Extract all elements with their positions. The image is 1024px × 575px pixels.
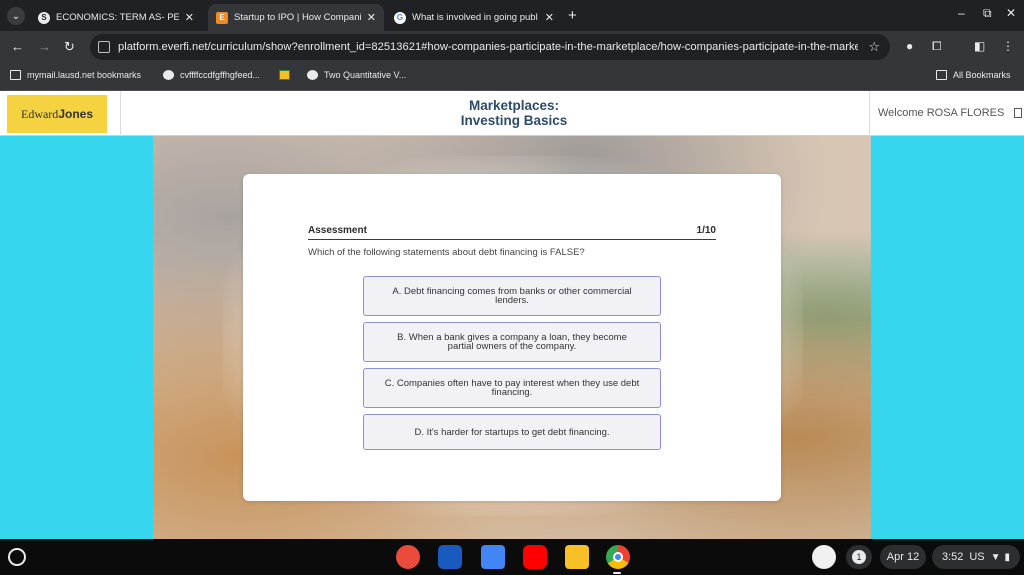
answer-option-b[interactable]: B. When a bank gives a company a loan, t… bbox=[363, 322, 661, 362]
bookmark-label: mymail.lausd.net bookmarks bbox=[27, 70, 142, 80]
header-divider bbox=[120, 91, 121, 136]
answer-option-c[interactable]: C. Companies often have to pay interest … bbox=[363, 368, 661, 408]
folder-icon bbox=[936, 70, 947, 80]
notification-badge: 1 bbox=[852, 550, 866, 564]
tab-startup-to-ipo[interactable]: E Startup to IPO | How Compani ✕ bbox=[208, 4, 384, 31]
tab-going-public[interactable]: G What is involved in going publ ✕ bbox=[386, 4, 562, 31]
art-app-icon[interactable] bbox=[396, 545, 420, 569]
all-bookmarks[interactable]: All Bookmarks bbox=[936, 70, 1011, 80]
reload-icon[interactable]: ↻ bbox=[64, 39, 75, 55]
tab-title: Startup to IPO | How Compani bbox=[234, 12, 361, 23]
date-text: Apr 12 bbox=[886, 551, 920, 563]
tab-title: ECONOMICS: TERM AS- PERIO bbox=[56, 12, 179, 23]
notification-count[interactable]: 1 bbox=[846, 545, 872, 569]
close-tab-icon[interactable]: ✕ bbox=[545, 11, 554, 24]
google-favicon-icon: G bbox=[394, 11, 406, 24]
tab-strip: ⌄ S ECONOMICS: TERM AS- PERIO ✕ E Startu… bbox=[0, 0, 1024, 31]
bookmark-label: Two Quantitative V... bbox=[324, 70, 407, 80]
stylus-tools-icon[interactable] bbox=[812, 545, 836, 569]
wifi-icon: ▼ bbox=[990, 551, 1001, 563]
google-classroom-app-icon[interactable] bbox=[565, 545, 589, 569]
new-tab-plus-icon[interactable]: + bbox=[568, 7, 577, 24]
course-title-line2: Investing Basics bbox=[460, 113, 568, 128]
bookmarks-bar: mymail.lausd.net bookmarks cvffffccdfgff… bbox=[0, 63, 1024, 91]
date-pill[interactable]: Apr 12 bbox=[880, 545, 926, 569]
globe-icon bbox=[307, 70, 318, 80]
header-divider bbox=[869, 91, 870, 136]
assessment-label: Assessment bbox=[308, 225, 367, 236]
menu-kebab-icon[interactable]: ⋮ bbox=[1002, 39, 1014, 53]
restore-icon[interactable]: ⧉ bbox=[983, 6, 992, 21]
bookmark-two-quantitative[interactable]: Two Quantitative V... bbox=[307, 70, 406, 80]
address-bar[interactable]: platform.everfi.net/curriculum/show?enro… bbox=[90, 34, 890, 60]
site-info-icon[interactable] bbox=[98, 41, 110, 53]
forward-arrow-icon[interactable]: → bbox=[38, 39, 51, 54]
site-header: Edward Jones Marketplaces: Investing Basi… bbox=[0, 91, 1024, 136]
page-content: Edward Jones Marketplaces: Investing Basi… bbox=[0, 91, 1024, 539]
assessment-card: Assessment 1/10 Which of the following s… bbox=[243, 174, 781, 501]
assessment-progress: 1/10 bbox=[696, 225, 716, 236]
folder-icon bbox=[10, 70, 21, 80]
answer-option-text: A. Debt financing comes from banks or ot… bbox=[392, 286, 632, 306]
logo-text-jones: Jones bbox=[58, 107, 93, 121]
welcome-user[interactable]: Welcome ROSA FLORES bbox=[878, 107, 1023, 119]
word-app-icon[interactable] bbox=[438, 545, 462, 569]
tab-search-chevron-icon[interactable]: ⌄ bbox=[7, 7, 25, 25]
schoology-favicon-icon: S bbox=[38, 11, 50, 24]
tab-title: What is involved in going publ bbox=[412, 12, 538, 23]
edward-jones-logo: Edward Jones bbox=[7, 95, 107, 133]
youtube-icon[interactable] bbox=[523, 545, 547, 569]
assessment-header: Assessment 1/10 bbox=[308, 225, 716, 240]
close-window-icon[interactable]: ✕ bbox=[1006, 6, 1016, 20]
logout-door-icon[interactable] bbox=[1014, 108, 1023, 118]
answer-option-text: B. When a bank gives a company a loan, t… bbox=[397, 332, 627, 352]
all-bookmarks-label: All Bookmarks bbox=[953, 70, 1011, 80]
chrome-center bbox=[613, 552, 623, 562]
google-classroom-icon bbox=[279, 70, 290, 80]
minimize-icon[interactable]: – bbox=[958, 6, 965, 20]
status-tray[interactable]: 3:52 US ▼ ▮ bbox=[932, 545, 1020, 569]
bookmark-cvffff[interactable]: cvffffccdfgffhgfeed... bbox=[163, 70, 260, 80]
extension-icon[interactable]: ● bbox=[906, 39, 913, 53]
bookmark-mymail[interactable]: mymail.lausd.net bookmarks bbox=[10, 70, 141, 80]
os-shelf: 1 Apr 12 3:52 US ▼ ▮ bbox=[0, 539, 1024, 575]
course-title: Marketplaces: Investing Basics bbox=[414, 98, 614, 128]
launcher-icon[interactable] bbox=[8, 548, 26, 566]
region-text: US bbox=[969, 551, 985, 563]
side-panel-icon[interactable]: ◧ bbox=[974, 39, 985, 53]
globe-icon bbox=[163, 70, 174, 80]
answer-option-d[interactable]: D. It's harder for startups to get debt … bbox=[363, 414, 661, 450]
question-text: Which of the following statements about … bbox=[308, 247, 585, 258]
answer-option-text: C. Companies often have to pay interest … bbox=[384, 378, 640, 398]
bookmark-star-icon[interactable]: ☆ bbox=[868, 39, 880, 55]
battery-icon: ▮ bbox=[1004, 551, 1011, 563]
tab-economics[interactable]: S ECONOMICS: TERM AS- PERIO ✕ bbox=[30, 4, 202, 31]
time-text: 3:52 bbox=[941, 551, 964, 563]
bookmark-classroom[interactable] bbox=[279, 70, 296, 80]
answer-option-text: D. It's harder for startups to get debt … bbox=[414, 426, 610, 438]
active-app-indicator bbox=[613, 572, 621, 574]
course-title-line1: Marketplaces: bbox=[468, 98, 560, 113]
extensions-puzzle-icon[interactable]: ⧠ bbox=[932, 39, 942, 54]
everfi-favicon-icon: E bbox=[216, 11, 228, 24]
close-tab-icon[interactable]: ✕ bbox=[185, 11, 194, 24]
browser-toolbar: ← → ↻ platform.everfi.net/curriculum/sho… bbox=[0, 31, 1024, 63]
welcome-text: Welcome ROSA FLORES bbox=[878, 107, 1005, 119]
chrome-icon[interactable] bbox=[606, 545, 630, 569]
url-text[interactable]: platform.everfi.net/curriculum/show?enro… bbox=[118, 41, 858, 53]
google-docs-icon[interactable] bbox=[481, 545, 505, 569]
answer-option-a[interactable]: A. Debt financing comes from banks or ot… bbox=[363, 276, 661, 316]
logo-text-edward: Edward bbox=[20, 106, 59, 121]
bookmark-label: cvffffccdfgffhgfeed... bbox=[180, 70, 260, 80]
close-tab-icon[interactable]: ✕ bbox=[367, 11, 376, 24]
back-arrow-icon[interactable]: ← bbox=[11, 39, 24, 54]
